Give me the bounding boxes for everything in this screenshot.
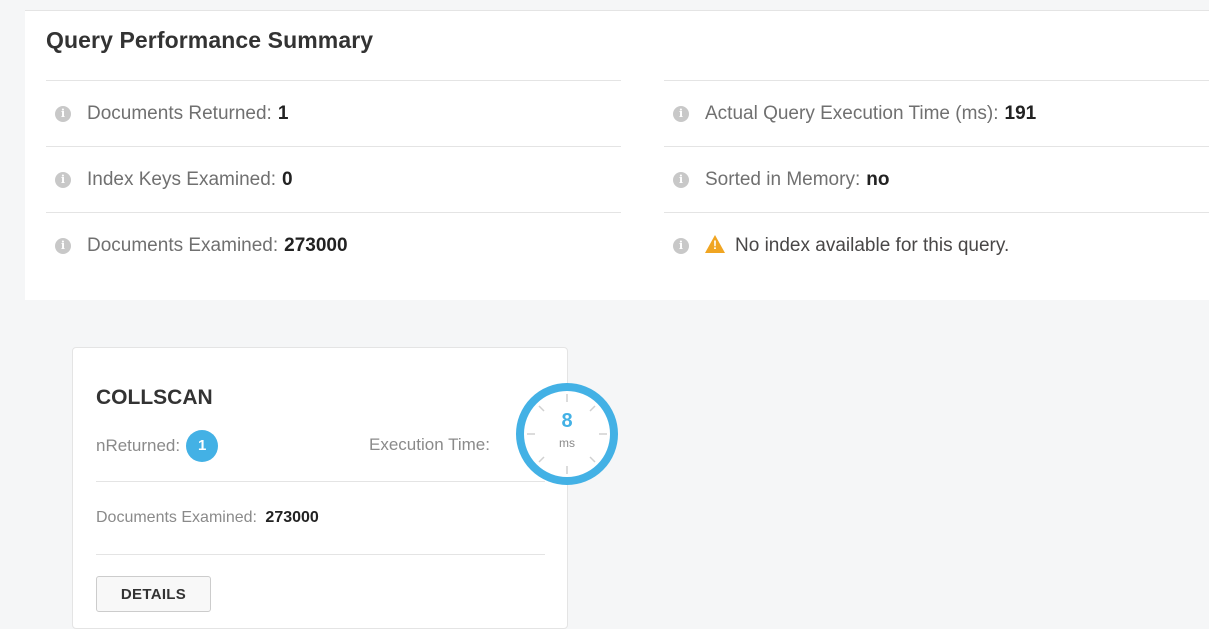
details-button[interactable]: DETAILS — [96, 576, 211, 612]
info-icon[interactable]: i — [55, 238, 71, 254]
stage-card-collscan: COLLSCAN nReturned: 1 Execution Time: Do… — [72, 347, 568, 629]
no-index-row: i No index available for this query. — [664, 212, 1209, 279]
documents-examined-label: Documents Examined: — [87, 235, 279, 256]
stage-documents-examined: Documents Examined: 273000 — [96, 509, 319, 527]
info-icon[interactable]: i — [55, 106, 71, 122]
execution-time-value: 191 — [1004, 103, 1037, 124]
clock-icon — [516, 383, 618, 485]
index-keys-examined-label: Index Keys Examined: — [87, 169, 277, 190]
divider — [96, 481, 545, 482]
stage-documents-examined-label: Documents Examined: — [96, 509, 257, 526]
info-icon[interactable]: i — [55, 172, 71, 188]
execution-time-label: Execution Time: — [369, 435, 490, 454]
info-icon[interactable]: i — [673, 106, 689, 122]
documents-returned-label: Documents Returned: — [87, 103, 272, 124]
nreturned: nReturned: 1 — [96, 430, 219, 462]
documents-returned-row: i Documents Returned: 1 — [46, 80, 621, 147]
execution-time-value: 8 — [561, 410, 573, 432]
no-index-warning: No index available for this query. — [735, 235, 1010, 256]
divider — [96, 554, 545, 555]
query-performance-summary: Query Performance Summary i Documents Re… — [25, 10, 1209, 300]
index-keys-examined-value: 0 — [282, 169, 293, 190]
index-keys-examined-row: i Index Keys Examined: 0 — [46, 146, 621, 213]
execution-time-clock: 8 ms — [513, 380, 621, 488]
execution-time-label: Actual Query Execution Time (ms): — [705, 103, 999, 124]
warning-icon — [705, 235, 725, 253]
execution-time-unit: ms — [559, 436, 575, 450]
info-icon[interactable]: i — [673, 172, 689, 188]
nreturned-label: nReturned: — [96, 436, 181, 455]
stage-documents-examined-value: 273000 — [265, 509, 319, 526]
execution-time-row: i Actual Query Execution Time (ms): 191 — [664, 80, 1209, 147]
sorted-in-memory-label: Sorted in Memory: — [705, 169, 861, 190]
summary-title: Query Performance Summary — [46, 27, 374, 53]
nreturned-badge: 1 — [186, 430, 219, 462]
sorted-in-memory-value: no — [866, 169, 890, 190]
sorted-in-memory-row: i Sorted in Memory: no — [664, 146, 1209, 213]
info-icon[interactable]: i — [673, 238, 689, 254]
documents-examined-value: 273000 — [284, 235, 348, 256]
documents-returned-value: 1 — [277, 103, 289, 124]
documents-examined-row: i Documents Examined: 273000 — [46, 212, 621, 279]
stage-name: COLLSCAN — [96, 386, 213, 409]
